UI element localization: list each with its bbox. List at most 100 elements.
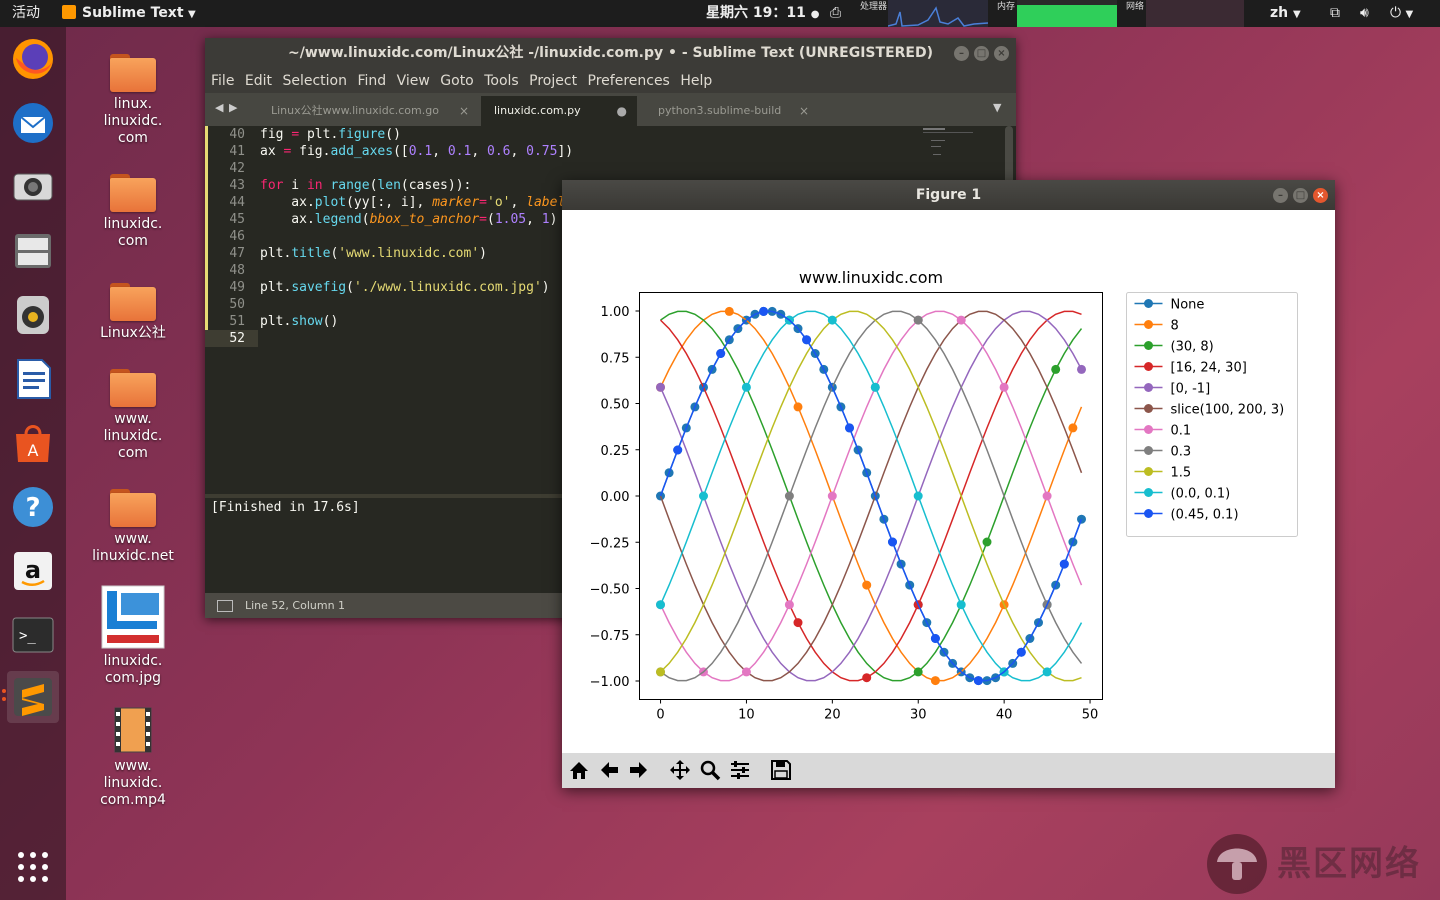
input-method-label: zh <box>1270 5 1289 21</box>
amazon-launcher[interactable]: a <box>7 545 59 597</box>
terminal-launcher[interactable]: >_ <box>7 609 59 661</box>
code-line: plt.show() <box>260 314 339 329</box>
tab-scroll-left-icon[interactable]: ◀ <box>215 101 223 114</box>
data-point <box>1059 559 1069 569</box>
configure-subplots-button[interactable] <box>727 757 753 783</box>
desktop-item-label: linux. <box>113 96 153 112</box>
x-tick-label: 30 <box>910 708 927 723</box>
sublime-titlebar[interactable]: ~/www.linuxidc.com/Linux公社 -/linuxidc.co… <box>205 38 1016 69</box>
maximize-button[interactable]: □ <box>1293 188 1308 203</box>
line-number: 40 <box>229 127 245 142</box>
legend-label: 8 <box>1171 319 1179 334</box>
desktop-image-file[interactable]: linuxidc. com.jpg <box>83 585 183 687</box>
window-title: ~/www.linuxidc.com/Linux公社 -/linuxidc.co… <box>287 45 933 61</box>
y-tick-label: −0.75 <box>590 629 630 644</box>
data-point <box>724 306 734 316</box>
menu-view[interactable]: View <box>391 69 430 93</box>
files-launcher[interactable] <box>7 225 59 277</box>
help-launcher[interactable]: ? <box>7 481 59 533</box>
power-icon[interactable]: ⏻ ▼ <box>1390 0 1413 27</box>
show-apps-button[interactable] <box>7 841 59 893</box>
camera-icon <box>13 173 53 201</box>
minimize-button[interactable]: – <box>954 46 969 61</box>
console-toggle-icon[interactable] <box>217 600 233 612</box>
sublime-launcher[interactable] <box>7 671 59 723</box>
cpu-monitor[interactable]: 处理器 <box>858 0 988 27</box>
tab-close-icon[interactable]: × <box>799 96 809 126</box>
menu-preferences[interactable]: Preferences <box>582 69 670 93</box>
menu-help[interactable]: Help <box>674 69 712 93</box>
figure-titlebar[interactable]: Figure 1 – □ × <box>562 180 1335 210</box>
menu-selection[interactable]: Selection <box>276 69 347 93</box>
tab-close-icon[interactable]: × <box>459 96 469 126</box>
legend-marker <box>1144 425 1153 434</box>
menu-goto[interactable]: Goto <box>434 69 473 93</box>
line-number: 52 <box>229 331 245 346</box>
clock[interactable]: 星期六 19：11 ● <box>706 0 819 27</box>
writer-launcher[interactable] <box>7 353 59 405</box>
tab-linux-go[interactable]: Linux公社www.linuxidc.com.go × <box>257 96 479 126</box>
forward-button[interactable] <box>626 757 652 783</box>
sublime-small-icon <box>62 5 76 19</box>
screenshot-icon[interactable]: ⎙ <box>830 0 841 27</box>
y-tick-label: −0.50 <box>590 583 630 598</box>
y-tick-label: 0.50 <box>601 398 630 413</box>
desktop-item-label: com <box>118 130 148 146</box>
maximize-button[interactable]: □ <box>974 46 989 61</box>
tab-label: Linux公社www.linuxidc.com.go <box>271 104 439 117</box>
line-number: 48 <box>229 263 245 278</box>
tab-modified-dot-icon[interactable]: ● <box>617 96 627 126</box>
menu-file[interactable]: File <box>205 69 234 93</box>
minimap[interactable] <box>921 126 1001 186</box>
save-button[interactable] <box>768 757 794 783</box>
back-button[interactable] <box>596 757 622 783</box>
close-button[interactable]: × <box>994 46 1009 61</box>
memory-monitor[interactable]: 内存 <box>995 0 1117 27</box>
activities-button[interactable]: 活动 <box>12 0 40 27</box>
data-point <box>1016 647 1026 657</box>
network-monitor[interactable]: 网络 <box>1124 0 1244 27</box>
tab-scroll-right-icon[interactable]: ▶ <box>229 101 237 114</box>
data-point <box>699 491 708 501</box>
desktop-video-file[interactable]: www. linuxidc. com.mp4 <box>83 706 183 809</box>
thunderbird-launcher[interactable] <box>7 97 59 149</box>
software-launcher[interactable]: A <box>7 417 59 469</box>
folder-icon <box>110 172 156 212</box>
data-point <box>956 315 966 325</box>
legend-marker <box>1144 341 1153 350</box>
camera-launcher[interactable] <box>7 161 59 213</box>
close-button[interactable]: × <box>1313 188 1328 203</box>
network-icon[interactable]: ⧉ <box>1330 0 1340 27</box>
tab-dropdown-icon[interactable]: ▼ <box>993 101 1001 114</box>
zoom-button[interactable] <box>697 757 723 783</box>
tab-linuxidc-py[interactable]: linuxidc.com.py ● <box>481 96 637 126</box>
line-number: 49 <box>229 280 245 295</box>
home-button[interactable] <box>566 757 592 783</box>
desktop-folder[interactable]: linux. linuxidc. com <box>83 52 183 147</box>
folder-icon <box>110 281 156 321</box>
editor-scrollbar[interactable] <box>1005 126 1013 186</box>
desktop-folder[interactable]: www. linuxidc.net <box>83 487 183 565</box>
minimize-button[interactable]: – <box>1273 188 1288 203</box>
menu-tools[interactable]: Tools <box>478 69 519 93</box>
menu-project[interactable]: Project <box>523 69 577 93</box>
desktop-folder[interactable]: Linux公社 <box>83 281 183 342</box>
volume-icon[interactable]: 🔊︎ <box>1360 0 1369 27</box>
desktop-folder[interactable]: linuxidc. com <box>83 172 183 250</box>
menu-edit[interactable]: Edit <box>239 69 272 93</box>
pan-button[interactable] <box>667 757 693 783</box>
data-point <box>656 600 665 610</box>
desktop-folder[interactable]: www. linuxidc. com <box>83 367 183 462</box>
magnifier-icon <box>700 760 721 781</box>
rhythmbox-launcher[interactable] <box>7 289 59 341</box>
data-point <box>656 382 665 392</box>
tab-python3-build[interactable]: python3.sublime-build × <box>641 96 819 126</box>
firefox-launcher[interactable] <box>7 33 59 85</box>
desktop-item-label: com <box>118 233 148 249</box>
app-menu[interactable]: Sublime Text ▼ <box>62 0 196 27</box>
tab-bar: ◀ ▶ Linux公社www.linuxidc.com.go × linuxid… <box>205 93 1016 126</box>
data-point <box>784 600 794 610</box>
legend-marker <box>1144 383 1153 392</box>
input-method[interactable]: zh ▼ <box>1270 0 1301 27</box>
menu-find[interactable]: Find <box>351 69 386 93</box>
